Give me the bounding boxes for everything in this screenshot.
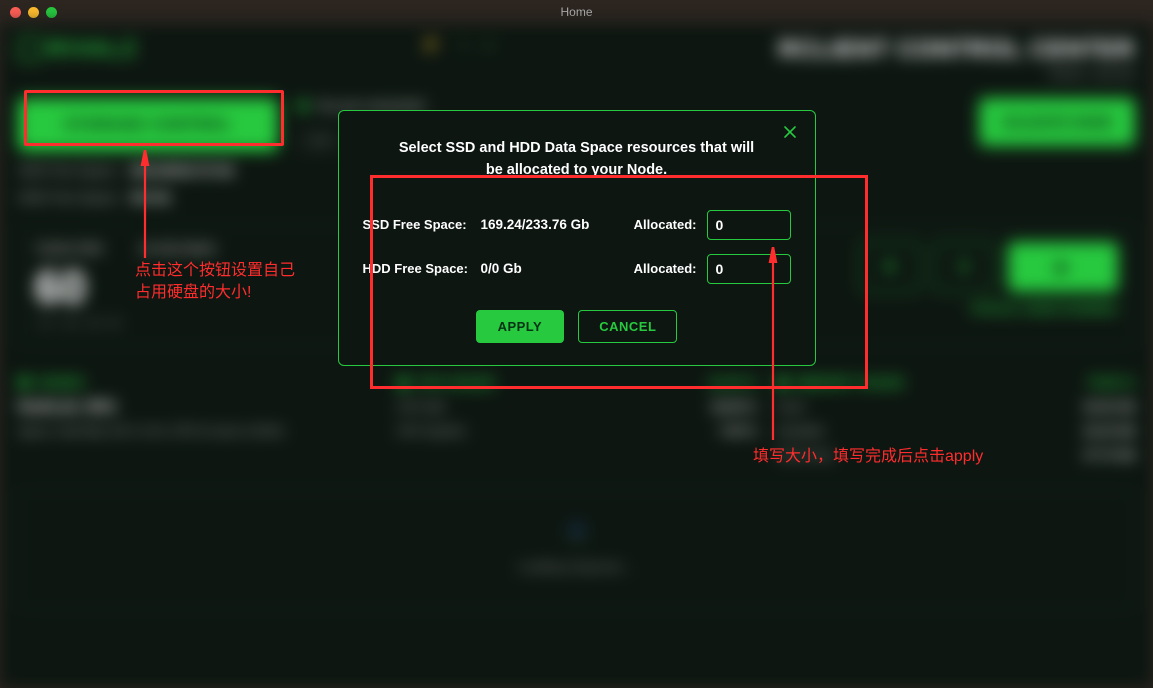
window-title: Home [560,5,592,19]
window-minimize-button[interactable] [28,7,39,18]
modal-hdd-label: HDD Free Space: [363,261,471,276]
hdd-allocated-input[interactable] [707,254,791,284]
modal-overlay: Select SSD and HDD Data Space resources … [0,24,1153,688]
ssd-allocated-input[interactable] [707,210,791,240]
modal-ssd-alloc-label: Allocated: [633,217,697,232]
close-icon [783,125,797,139]
window-titlebar: Home [0,0,1153,24]
modal-title: Select SSD and HDD Data Space resources … [363,129,791,196]
storage-allocation-modal: Select SSD and HDD Data Space resources … [338,110,816,366]
modal-close-button[interactable] [783,125,797,142]
modal-ssd-value: 169.24/233.76 Gb [481,217,619,232]
window-maximize-button[interactable] [46,7,57,18]
modal-hdd-value: 0/0 Gb [481,261,619,276]
apply-button[interactable]: APPLY [476,310,565,343]
traffic-lights [10,7,57,18]
window-close-button[interactable] [10,7,21,18]
cancel-button[interactable]: CANCEL [578,310,677,343]
modal-hdd-alloc-label: Allocated: [633,261,697,276]
modal-ssd-label: SSD Free Space: [363,217,471,232]
